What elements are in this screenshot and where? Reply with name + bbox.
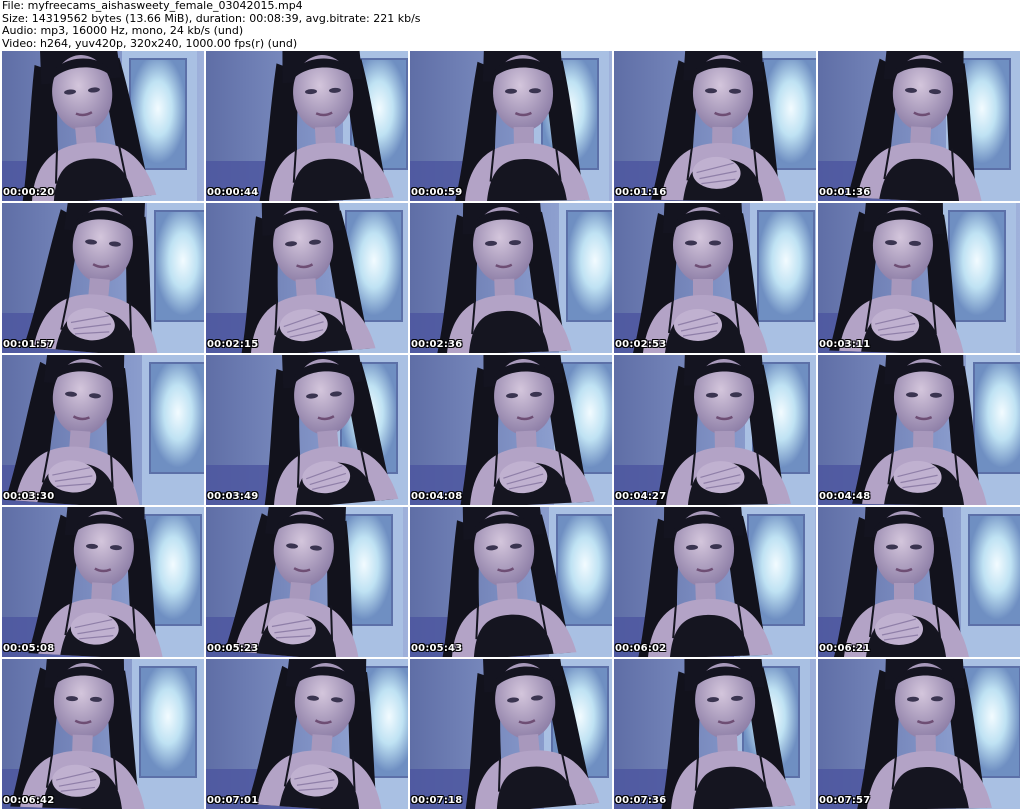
video-thumbnail: 00:03:49 xyxy=(206,355,408,505)
video-thumbnail: 00:07:36 xyxy=(614,659,816,809)
info-header: File: myfreecams_aishasweety_female_0304… xyxy=(2,0,1022,50)
webcam-frame-image xyxy=(2,51,204,201)
thumbnail-timestamp: 00:01:16 xyxy=(615,187,667,198)
thumbnail-timestamp: 00:03:11 xyxy=(819,339,871,350)
thumbnail-timestamp: 00:00:59 xyxy=(411,187,463,198)
webcam-frame-image xyxy=(206,355,408,505)
webcam-frame-image xyxy=(410,203,612,353)
webcam-frame-image xyxy=(206,51,408,201)
webcam-frame-image xyxy=(614,203,816,353)
video-thumbnail: 00:04:27 xyxy=(614,355,816,505)
webcam-frame-image xyxy=(206,507,408,657)
webcam-frame-image xyxy=(410,355,612,505)
thumbnail-timestamp: 00:04:27 xyxy=(615,491,667,502)
thumbnail-timestamp: 00:07:01 xyxy=(207,795,259,806)
video-thumbnail: 00:04:08 xyxy=(410,355,612,505)
webcam-frame-image xyxy=(2,507,204,657)
video-thumbnail: 00:07:01 xyxy=(206,659,408,809)
video-thumbnail: 00:05:43 xyxy=(410,507,612,657)
video-thumbnail: 00:07:18 xyxy=(410,659,612,809)
thumbnail-timestamp: 00:04:48 xyxy=(819,491,871,502)
thumbnail-timestamp: 00:01:57 xyxy=(3,339,55,350)
video-thumbnail: 00:02:36 xyxy=(410,203,612,353)
video-info-line: Video: h264, yuv420p, 320x240, 1000.00 f… xyxy=(2,36,298,50)
thumbnail-timestamp: 00:03:30 xyxy=(3,491,55,502)
webcam-frame-image xyxy=(206,203,408,353)
webcam-frame-image xyxy=(614,51,816,201)
webcam-frame-image xyxy=(818,203,1020,353)
webcam-frame-image xyxy=(410,659,612,809)
video-thumbnail: 00:05:23 xyxy=(206,507,408,657)
video-thumbnail: 00:03:11 xyxy=(818,203,1020,353)
video-thumbnail: 00:00:20 xyxy=(2,51,204,201)
thumbnail-timestamp: 00:02:36 xyxy=(411,339,463,350)
video-thumbnail: 00:06:21 xyxy=(818,507,1020,657)
thumbnail-timestamp: 00:06:21 xyxy=(819,643,871,654)
webcam-frame-image xyxy=(2,355,204,505)
video-thumbnail: 00:03:30 xyxy=(2,355,204,505)
webcam-frame-image xyxy=(2,659,204,809)
video-thumbnail: 00:02:53 xyxy=(614,203,816,353)
thumbnail-timestamp: 00:00:20 xyxy=(3,187,55,198)
thumbnail-timestamp: 00:02:53 xyxy=(615,339,667,350)
thumbnail-timestamp: 00:06:42 xyxy=(3,795,55,806)
video-thumbnail: 00:00:59 xyxy=(410,51,612,201)
video-thumbnail: 00:01:36 xyxy=(818,51,1020,201)
thumbnail-timestamp: 00:07:18 xyxy=(411,795,463,806)
thumbnail-timestamp: 00:06:02 xyxy=(615,643,667,654)
video-thumbnail: 00:06:02 xyxy=(614,507,816,657)
video-thumbnail: 00:04:48 xyxy=(818,355,1020,505)
thumbnail-grid: 00:00:20 00:00:44 00:00:59 00:01:16 00:0… xyxy=(2,51,1022,811)
video-thumbnail: 00:07:57 xyxy=(818,659,1020,809)
webcam-frame-image xyxy=(2,203,204,353)
webcam-frame-image xyxy=(818,51,1020,201)
webcam-frame-image xyxy=(206,659,408,809)
thumbnail-timestamp: 00:05:08 xyxy=(3,643,55,654)
video-thumbnail: 00:01:57 xyxy=(2,203,204,353)
webcam-frame-image xyxy=(818,355,1020,505)
webcam-frame-image xyxy=(818,507,1020,657)
video-thumbnail: 00:06:42 xyxy=(2,659,204,809)
webcam-frame-image xyxy=(818,659,1020,809)
thumbnail-timestamp: 00:02:15 xyxy=(207,339,259,350)
thumbnail-timestamp: 00:05:23 xyxy=(207,643,259,654)
webcam-frame-image xyxy=(614,659,816,809)
audio-info-line: Audio: mp3, 16000 Hz, mono, 24 kb/s (und… xyxy=(2,24,244,37)
thumbnail-timestamp: 00:00:44 xyxy=(207,187,259,198)
webcam-frame-image xyxy=(614,355,816,505)
video-thumbnail: 00:00:44 xyxy=(206,51,408,201)
file-name-line: File: myfreecams_aishasweety_female_0304… xyxy=(2,0,303,12)
webcam-frame-image xyxy=(410,51,612,201)
thumbnail-timestamp: 00:01:36 xyxy=(819,187,871,198)
video-thumbnail: 00:05:08 xyxy=(2,507,204,657)
webcam-frame-image xyxy=(410,507,612,657)
thumbnail-timestamp: 00:07:57 xyxy=(819,795,871,806)
video-thumbnail: 00:01:16 xyxy=(614,51,816,201)
thumbnail-timestamp: 00:05:43 xyxy=(411,643,463,654)
video-thumbnail: 00:02:15 xyxy=(206,203,408,353)
webcam-frame-image xyxy=(614,507,816,657)
thumbnail-timestamp: 00:03:49 xyxy=(207,491,259,502)
thumbnail-timestamp: 00:04:08 xyxy=(411,491,463,502)
thumbnail-timestamp: 00:07:36 xyxy=(615,795,667,806)
